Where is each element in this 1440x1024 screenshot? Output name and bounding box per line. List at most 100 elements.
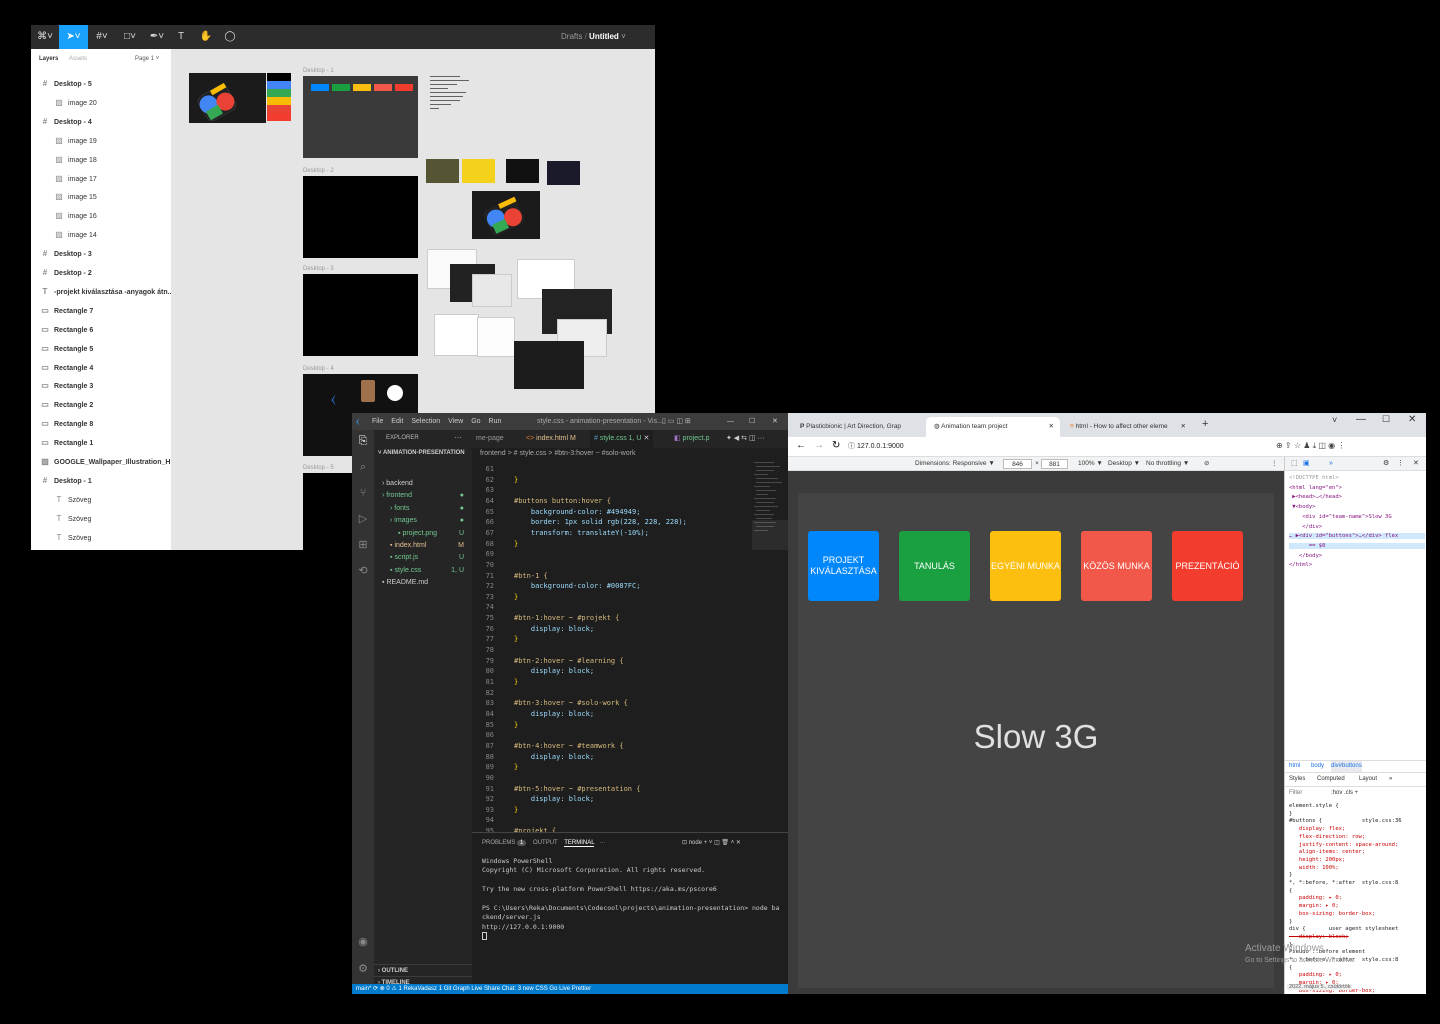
frame-label-desktop-5[interactable]: Desktop - 5 bbox=[303, 465, 334, 471]
file-tree-item[interactable]: › backend bbox=[374, 478, 472, 490]
code-line[interactable]: #btn-1 { bbox=[514, 572, 548, 580]
close-button[interactable]: ✕ bbox=[1408, 414, 1416, 425]
menu-item[interactable]: Go bbox=[471, 418, 480, 425]
source-control-icon[interactable]: ⑂ bbox=[356, 486, 370, 500]
code-line[interactable]: display: block; bbox=[514, 753, 594, 761]
device-select[interactable]: Desktop ▼ bbox=[1108, 457, 1140, 471]
more-tabs-icon[interactable]: » bbox=[1329, 457, 1333, 471]
layer-item[interactable]: ▨ image 14 bbox=[31, 225, 172, 244]
style-line[interactable]: element.style { bbox=[1289, 803, 1425, 809]
run-debug-icon[interactable]: ▷ bbox=[356, 512, 370, 526]
frame-label-desktop-3[interactable]: Desktop - 3 bbox=[303, 266, 334, 272]
screenshot-thumbnail[interactable] bbox=[514, 341, 584, 389]
tab-search-icon[interactable]: ˅ bbox=[1332, 415, 1337, 425]
page-selector[interactable]: Page 1 ˅ bbox=[135, 56, 159, 62]
nav-button[interactable]: KÖZÖS MUNKA bbox=[1081, 531, 1152, 601]
style-line[interactable]: display: block; bbox=[1289, 934, 1425, 940]
forward-icon[interactable]: → bbox=[814, 440, 824, 451]
code-line[interactable]: #btn-2:hover ~ #learning { bbox=[514, 657, 624, 665]
tab-style-css[interactable]: # style.css 1, U ✕ bbox=[590, 430, 654, 448]
shape-tool-icon[interactable]: □˅ bbox=[119, 25, 141, 49]
code-line[interactable]: } bbox=[514, 593, 518, 601]
devtools-close-icon[interactable]: ✕ bbox=[1413, 457, 1419, 471]
style-line[interactable]: flex-direction: row; bbox=[1289, 834, 1425, 840]
style-line[interactable]: { bbox=[1289, 888, 1425, 894]
layer-item[interactable]: ▭ Rectangle 1 bbox=[31, 433, 172, 452]
color-swatches[interactable] bbox=[267, 73, 291, 121]
layer-item[interactable]: # Desktop - 1 bbox=[31, 471, 172, 490]
tab-plasticbionic[interactable]: P Plasticbionic | Art Direction, Grap bbox=[792, 417, 914, 437]
minimize-button[interactable]: — bbox=[727, 413, 734, 430]
code-line[interactable]: #btn-4:hover ~ #teamwork { bbox=[514, 742, 624, 750]
style-line[interactable]: height: 200px; bbox=[1289, 857, 1425, 863]
layer-item[interactable]: T Szöveg bbox=[31, 528, 172, 547]
frame-desktop-2[interactable] bbox=[303, 176, 418, 258]
dom-node[interactable]: == $0 bbox=[1289, 542, 1425, 549]
layer-item[interactable]: T -projekt kiválasztása -anyagok átn... bbox=[31, 282, 172, 301]
layout-icons[interactable]: ▯ ▭ ◫ ⊞ bbox=[662, 413, 691, 430]
status-bar[interactable]: main* ⟳ ⊗ 0 ⚠ 1 RekaVadasz 1 Git Graph L… bbox=[352, 984, 788, 994]
dom-node[interactable]: … ▶<div id="buttons">…</div> flex bbox=[1289, 533, 1425, 540]
google-image-thumbnail[interactable] bbox=[472, 191, 540, 239]
styles-filter-tools[interactable]: :hov .cls + bbox=[1331, 787, 1358, 800]
code-line[interactable]: #btn-1:hover ~ #projekt { bbox=[514, 614, 619, 622]
dom-node[interactable]: </html> bbox=[1289, 562, 1425, 568]
height-input[interactable]: 881 bbox=[1041, 459, 1068, 469]
layer-item[interactable]: ▭ Rectangle 6 bbox=[31, 320, 172, 339]
close-tab-icon[interactable]: ✕ bbox=[1049, 417, 1054, 437]
layer-item[interactable]: ▨ image 17 bbox=[31, 169, 172, 188]
frame-desktop-3[interactable] bbox=[303, 274, 418, 356]
code-line[interactable]: #btn-5:hover ~ #presentation { bbox=[514, 785, 640, 793]
device-mode-icon[interactable]: ▣ bbox=[1303, 457, 1310, 471]
close-button[interactable]: ✕ bbox=[772, 413, 778, 430]
screenshot-thumbnail[interactable] bbox=[434, 314, 479, 356]
style-line[interactable]: padding: ▸ 0; bbox=[1289, 972, 1425, 978]
dom-node[interactable]: ▼<body> bbox=[1289, 504, 1425, 510]
code-line[interactable]: border: 1px solid rgb(228, 228, 228); bbox=[514, 518, 687, 526]
comment-tool-icon[interactable]: ◯ bbox=[223, 25, 237, 49]
dom-node[interactable]: ▶<head>…</head> bbox=[1289, 494, 1425, 500]
terminal-shell[interactable]: node bbox=[689, 840, 702, 846]
tab-layout[interactable]: Layout bbox=[1359, 773, 1377, 786]
frame-tool-icon[interactable]: #˅ bbox=[91, 25, 113, 49]
style-line[interactable]: *, *:before, *:after style.css:8 bbox=[1289, 880, 1425, 886]
style-line[interactable]: } bbox=[1289, 872, 1425, 878]
more-actions-icon[interactable]: ··· bbox=[454, 433, 462, 442]
frame-label-desktop-2[interactable]: Desktop - 2 bbox=[303, 168, 334, 174]
layer-item[interactable]: T Szöveg bbox=[31, 490, 172, 509]
browser-actions[interactable]: ⊕ ⇪ ☆ ♟ ⤓ ◫ ◉ ⋮ bbox=[1276, 441, 1345, 451]
menu-item[interactable]: File bbox=[372, 418, 383, 425]
file-tree-item[interactable]: › frontend ● bbox=[374, 490, 472, 502]
dom-node[interactable]: </div> bbox=[1289, 524, 1425, 530]
layer-item[interactable]: # Desktop - 2 bbox=[31, 263, 172, 282]
layer-item[interactable]: ▭ Rectangle 4 bbox=[31, 358, 172, 377]
style-line[interactable]: div { user agent stylesheet bbox=[1289, 926, 1425, 932]
account-icon[interactable]: ◉ bbox=[356, 935, 370, 949]
rotate-icon[interactable]: ⊘ bbox=[1204, 457, 1209, 471]
close-tab-icon[interactable]: ✕ bbox=[1181, 417, 1186, 437]
image-thumbnail[interactable] bbox=[547, 161, 580, 185]
style-line[interactable]: align-items: center; bbox=[1289, 849, 1425, 855]
tab-animation-team-project[interactable]: ◍ Animation team project ✕ bbox=[926, 417, 1060, 437]
code-line[interactable]: } bbox=[514, 806, 518, 814]
code-line[interactable]: } bbox=[514, 721, 518, 729]
dom-node[interactable]: <div id="team-name">Slow 3G bbox=[1289, 514, 1425, 520]
code-line[interactable]: background-color: #494949; bbox=[514, 508, 641, 516]
terminal-output[interactable]: Windows PowerShell Copyright (C) Microsof… bbox=[482, 857, 782, 941]
minimize-button[interactable]: — bbox=[1356, 414, 1366, 425]
crumb-body[interactable]: body bbox=[1311, 761, 1324, 772]
tab-me-page[interactable]: me-page bbox=[472, 430, 508, 448]
code-line[interactable]: transform: translateY(-10%); bbox=[514, 529, 649, 537]
nav-button[interactable]: PREZENTÁCIÓ bbox=[1172, 531, 1243, 601]
settings-gear-icon[interactable]: ⚙ bbox=[356, 962, 370, 976]
file-tree-item[interactable]: ▪ script.js U bbox=[374, 552, 472, 564]
style-line[interactable]: } bbox=[1289, 919, 1425, 925]
tab-assets[interactable]: Assets bbox=[69, 56, 87, 62]
minimap[interactable] bbox=[752, 460, 788, 832]
tab-layers[interactable]: Layers bbox=[39, 56, 58, 62]
menu-item[interactable]: View bbox=[448, 418, 463, 425]
sidebar-section[interactable]: › OUTLINE bbox=[374, 964, 472, 976]
menu-item[interactable]: Edit bbox=[391, 418, 403, 425]
style-line[interactable]: margin: ▸ 0; bbox=[1289, 903, 1425, 909]
nav-button[interactable]: PROJEKT KIVÁLASZTÁSA bbox=[808, 531, 879, 601]
